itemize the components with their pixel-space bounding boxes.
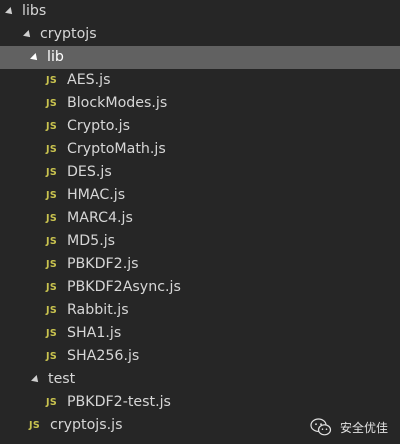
file-label: PBKDF2-test.js <box>67 394 171 410</box>
js-file-icon: JS <box>46 121 57 132</box>
file-row[interactable]: JS SHA1.js <box>0 322 400 345</box>
file-label: CryptoMath.js <box>67 141 166 157</box>
file-label: Rabbit.js <box>67 302 129 318</box>
js-file-icon: JS <box>46 236 57 247</box>
expand-caret-icon[interactable] <box>5 6 15 17</box>
js-file-icon: JS <box>46 351 57 362</box>
folder-label-lib: lib <box>47 49 64 65</box>
js-file-icon: JS <box>46 328 57 339</box>
file-label: BlockModes.js <box>67 95 168 111</box>
file-label: MD5.js <box>67 233 116 249</box>
file-row[interactable]: JS HMAC.js <box>0 184 400 207</box>
file-label: DES.js <box>67 164 112 180</box>
file-row[interactable]: JS DES.js <box>0 161 400 184</box>
file-label: MARC4.js <box>67 210 133 226</box>
js-file-icon: JS <box>29 420 40 431</box>
file-row[interactable]: JS PBKDF2Async.js <box>0 276 400 299</box>
file-label: AES.js <box>67 72 111 88</box>
watermark: 安全优佳 <box>310 418 388 436</box>
folder-label-libs: libs <box>22 3 47 19</box>
js-file-icon: JS <box>46 190 57 201</box>
js-file-icon: JS <box>46 213 57 224</box>
file-row[interactable]: JS AES.js <box>0 69 400 92</box>
watermark-text: 安全优佳 <box>339 420 388 435</box>
folder-row-lib[interactable]: lib <box>0 46 400 69</box>
file-label: cryptojs.js <box>50 417 123 433</box>
js-file-icon: JS <box>46 397 57 408</box>
expand-caret-icon[interactable] <box>30 52 40 63</box>
file-label: PBKDF2Async.js <box>67 279 181 295</box>
file-row[interactable]: JS SHA256.js <box>0 345 400 368</box>
expand-caret-icon[interactable] <box>31 374 41 385</box>
js-file-icon: JS <box>46 259 57 270</box>
file-label: Crypto.js <box>67 118 130 134</box>
file-row[interactable]: JS MD5.js <box>0 230 400 253</box>
folder-label-cryptojs: cryptojs <box>40 26 97 42</box>
file-row[interactable]: JS BlockModes.js <box>0 92 400 115</box>
js-file-icon: JS <box>46 98 57 109</box>
js-file-icon: JS <box>46 144 57 155</box>
file-row[interactable]: JS Rabbit.js <box>0 299 400 322</box>
file-row[interactable]: JS MARC4.js <box>0 207 400 230</box>
expand-caret-icon[interactable] <box>23 29 33 40</box>
file-row[interactable]: JS PBKDF2.js <box>0 253 400 276</box>
file-label: PBKDF2.js <box>67 256 139 272</box>
file-label: HMAC.js <box>67 187 126 203</box>
js-file-icon: JS <box>46 75 57 86</box>
file-row[interactable]: JS PBKDF2-test.js <box>0 391 400 414</box>
file-row[interactable]: JS Crypto.js <box>0 115 400 138</box>
file-label: SHA256.js <box>67 348 140 364</box>
folder-row-test[interactable]: test <box>0 368 400 391</box>
js-file-icon: JS <box>46 167 57 178</box>
js-file-icon: JS <box>46 305 57 316</box>
folder-row-cryptojs[interactable]: cryptojs <box>0 23 400 46</box>
file-label: SHA1.js <box>67 325 122 341</box>
folder-row-libs[interactable]: libs <box>0 0 400 23</box>
wechat-logo-icon <box>310 418 332 436</box>
file-row[interactable]: JS CryptoMath.js <box>0 138 400 161</box>
js-file-icon: JS <box>46 282 57 293</box>
file-tree: libs cryptojs lib JS AES.js JS BlockMode… <box>0 0 400 444</box>
folder-label-test: test <box>48 371 76 387</box>
